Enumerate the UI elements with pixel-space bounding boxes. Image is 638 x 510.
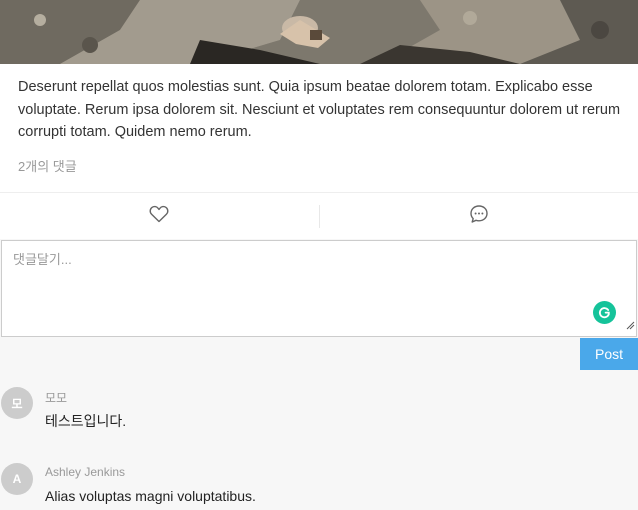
comment-input[interactable] [2, 241, 636, 336]
post-photo [0, 0, 638, 64]
grammarly-icon[interactable] [593, 301, 616, 324]
comment-button[interactable] [320, 193, 638, 240]
post-actions [0, 192, 638, 240]
heart-icon [149, 205, 169, 228]
post-card: Deserunt repellat quos molestias sunt. Q… [0, 0, 638, 239]
comment-text: Alias voluptas magni voluptatibus. [45, 488, 256, 504]
speech-bubble-icon [469, 204, 489, 229]
post-body: Deserunt repellat quos molestias sunt. Q… [18, 79, 621, 140]
comment-author[interactable]: Ashley Jenkins [45, 465, 125, 479]
avatar[interactable]: 모 [1, 387, 33, 419]
like-button[interactable] [0, 193, 318, 240]
resize-handle-icon[interactable] [626, 317, 635, 335]
comment-author[interactable]: 모모 [45, 389, 67, 406]
comment-count[interactable]: 2개의 댓글 [18, 156, 77, 175]
avatar[interactable]: A [1, 463, 33, 495]
comment-text: 테스트입니다. [45, 413, 127, 429]
comment-box [1, 240, 637, 337]
post-button[interactable]: Post [580, 338, 638, 370]
